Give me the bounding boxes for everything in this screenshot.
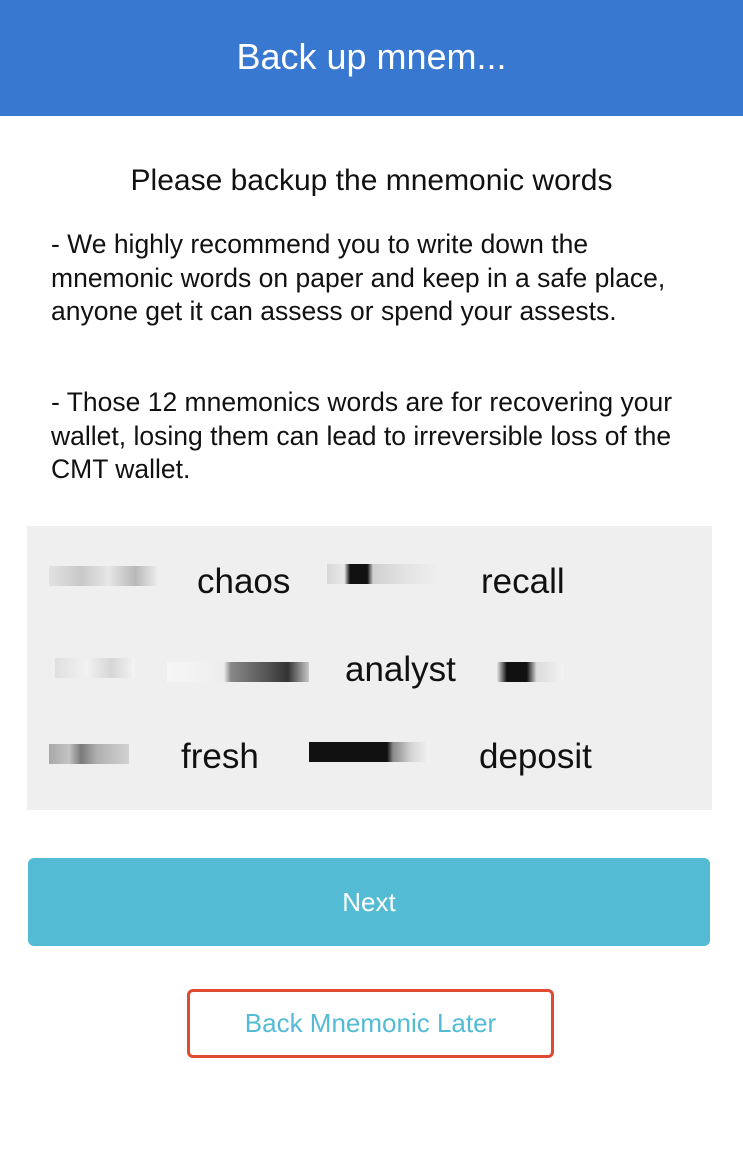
redacted-word (55, 658, 135, 678)
mnemonic-word: fresh (181, 737, 259, 776)
navigation-bar: Back up mnem... (0, 0, 743, 116)
mnemonic-word: recall (481, 562, 565, 601)
backup-heading: Please backup the mnemonic words (130, 164, 613, 197)
mnemonic-word: deposit (479, 737, 592, 776)
redacted-word (167, 662, 309, 682)
page-title: Back up mnem... (236, 36, 507, 77)
recommendation-paragraph: - We highly recommend you to write down … (51, 229, 666, 326)
redacted-word (327, 564, 442, 584)
mnemonic-word: chaos (197, 562, 291, 601)
redacted-word (49, 744, 129, 764)
redacted-word (309, 742, 429, 762)
mnemonic-word-panel: chaos recall analyst fresh deposit (27, 526, 712, 810)
next-button[interactable]: Next (28, 858, 710, 946)
mnemonic-word: analyst (345, 650, 456, 689)
back-mnemonic-later-button[interactable]: Back Mnemonic Later (187, 989, 554, 1058)
warning-paragraph: - Those 12 mnemonics words are for recov… (51, 387, 673, 484)
redacted-word (497, 662, 563, 682)
redacted-word (49, 566, 157, 586)
